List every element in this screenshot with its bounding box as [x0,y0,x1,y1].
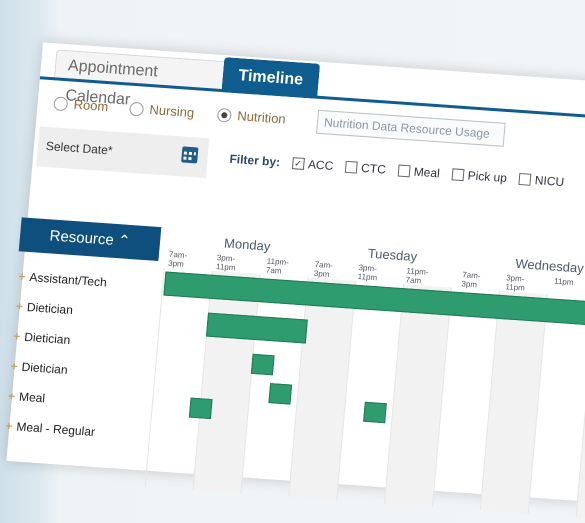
filter-pickup[interactable]: Pick up [451,167,508,186]
resource-item-label: Assistant/Tech [28,270,108,290]
radio-nursing-dot[interactable] [128,101,145,117]
filter-acc[interactable]: ✓ ACC [291,156,334,173]
resource-item-label: Dietician [23,329,71,348]
filter-pickup-label: Pick up [467,168,508,186]
expand-plus-icon[interactable]: + [10,359,18,373]
shift-label: 11pm-7am [405,266,429,286]
resource-header-label: Resource [48,227,115,249]
day-name: Tuesday [367,245,418,265]
day-name: Monday [223,235,271,254]
resource-list: + Assistant/Tech + Dietician + Dietician + D… [4,261,159,450]
radio-nutrition-dot[interactable] [216,107,232,123]
filter-meal[interactable]: Meal [397,164,441,181]
shift-label: 7am-3pm [461,270,481,290]
filter-ctc-label: CTC [360,160,387,177]
resource-item-label: Dietician [26,299,74,318]
timeline-panel: Appointment Calendar Timeline Room Nursi… [4,42,585,520]
calendar-icon[interactable] [181,146,199,164]
radio-nutrition-label: Nutrition [236,108,287,127]
shift-label: 3pm-11pm [215,253,236,273]
nutrition-usage-button[interactable]: Nutrition Data Resource Usage [316,109,506,147]
shift-label: 7am-3pm [167,249,188,269]
resource-item-label: Meal [18,389,46,406]
expand-plus-icon[interactable]: + [13,329,21,343]
shift-label: 3pm-11pm [505,273,526,293]
expand-plus-icon[interactable]: + [7,389,15,403]
filter-nicu[interactable]: NICU [518,172,565,190]
resource-item-label: Dietician [21,359,69,377]
timeline-bar[interactable] [250,353,275,376]
select-date-label: Select Date* [45,138,114,158]
filter-meal-label: Meal [413,164,441,181]
radio-room-dot[interactable] [53,95,69,111]
filter-nicu-checkbox[interactable] [518,172,532,186]
resource-header[interactable]: Resource ⌃ [18,217,162,262]
filter-ctc[interactable]: CTC [344,160,387,177]
radio-room[interactable]: Room [53,95,109,114]
filter-ctc-checkbox[interactable] [344,160,358,174]
app-stage: Appointment Calendar Timeline Room Nursi… [1,8,585,520]
filter-by-label: Filter by: [228,151,281,170]
expand-plus-icon[interactable]: + [18,269,26,283]
shift-label: 11pm [553,276,574,288]
shift-label: 7am-3pm [313,259,334,279]
filter-acc-checkbox[interactable]: ✓ [291,157,305,170]
day-name: Wednesday [514,255,585,276]
radio-nutrition[interactable]: Nutrition [216,107,287,127]
shift-label: 3pm-11pm [357,263,378,283]
select-date-field[interactable]: Select Date* [36,126,210,179]
filter-meal-checkbox[interactable] [397,164,411,178]
filter-bar: Filter by: ✓ ACC CTC Meal Pick up NICU [229,152,565,189]
expand-plus-icon[interactable]: + [15,299,23,313]
expand-plus-icon[interactable]: + [5,419,13,433]
shift-label: 11pm-7am [265,256,290,276]
timeline-bar[interactable] [363,401,387,424]
sort-chevron-icon[interactable]: ⌃ [117,232,131,250]
filter-pickup-checkbox[interactable] [451,168,465,182]
timeline-grid: Monday 7am-3pm 3pm-11pm 11pm-7am Tuesday… [144,228,585,520]
timeline-bar[interactable] [188,397,213,420]
timeline-bar[interactable] [268,383,293,405]
filter-nicu-label: NICU [534,173,565,190]
radio-nursing[interactable]: Nursing [128,101,195,121]
resource-item-label: Meal - Regular [15,419,96,439]
radio-room-label: Room [73,96,109,115]
filter-acc-label: ACC [307,157,334,173]
radio-nursing-label: Nursing [148,102,195,121]
